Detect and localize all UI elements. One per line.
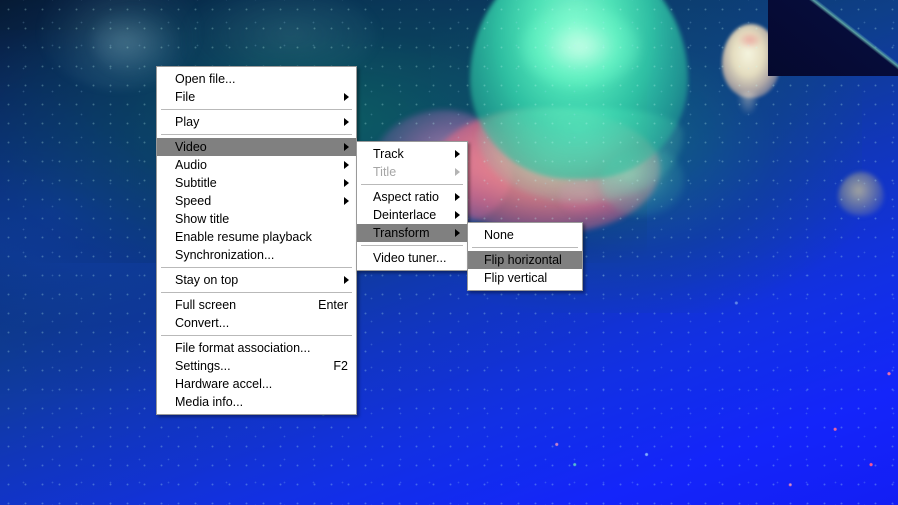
menu-item-label: Video <box>175 140 207 154</box>
menu-item-label: Synchronization... <box>175 248 275 262</box>
chevron-right-icon <box>344 118 349 126</box>
menu-separator <box>361 184 463 185</box>
menu-item-label: Video tuner... <box>373 251 447 265</box>
menu-item-label: Media info... <box>175 395 244 409</box>
menu-item-hardware-accel[interactable]: Hardware accel... <box>157 375 356 393</box>
menu-item-flip-horizontal[interactable]: Flip horizontal <box>468 251 582 269</box>
menu-item-play[interactable]: Play <box>157 113 356 131</box>
menu-item-file[interactable]: File <box>157 88 356 106</box>
menu-item-shortcut: Enter <box>318 298 348 312</box>
menu-item-label: Settings... <box>175 359 231 373</box>
menu-item-label: Subtitle <box>175 176 217 190</box>
menu-item-label: Hardware accel... <box>175 377 273 391</box>
menu-item-title: Title <box>357 163 467 181</box>
main-context-menu[interactable]: Open file... File Play Video Audio Subtitle Sp… <box>156 66 357 415</box>
chevron-right-icon <box>344 161 349 169</box>
menu-item-label: Track <box>373 147 404 161</box>
menu-item-subtitle[interactable]: Subtitle <box>157 174 356 192</box>
menu-item-enable-resume-playback[interactable]: Enable resume playback <box>157 228 356 246</box>
menu-separator <box>161 109 352 110</box>
menu-item-aspect-ratio[interactable]: Aspect ratio <box>357 188 467 206</box>
chevron-right-icon <box>344 93 349 101</box>
menu-item-video-tuner[interactable]: Video tuner... <box>357 249 467 267</box>
chevron-right-icon <box>344 197 349 205</box>
chevron-right-icon <box>455 229 460 237</box>
menu-item-transform[interactable]: Transform <box>357 224 467 242</box>
menu-separator <box>161 335 352 336</box>
menu-item-label: None <box>484 228 514 242</box>
player-window: Open file... File Play Video Audio Subtitle Sp… <box>0 0 898 505</box>
menu-item-label: Deinterlace <box>373 208 437 222</box>
video-submenu[interactable]: Track Title Aspect ratio Deinterlace Transfo… <box>356 141 468 271</box>
menu-separator <box>161 267 352 268</box>
menu-item-stay-on-top[interactable]: Stay on top <box>157 271 356 289</box>
menu-item-convert[interactable]: Convert... <box>157 314 356 332</box>
menu-item-speed[interactable]: Speed <box>157 192 356 210</box>
menu-item-flip-vertical[interactable]: Flip vertical <box>468 269 582 287</box>
tank-corner-edge <box>766 0 898 78</box>
menu-item-label: Title <box>373 165 397 179</box>
chevron-right-icon <box>344 276 349 284</box>
menu-item-label: Stay on top <box>175 273 239 287</box>
menu-item-label: Convert... <box>175 316 230 330</box>
chevron-right-icon <box>455 168 460 176</box>
menu-item-label: Open file... <box>175 72 236 86</box>
transform-submenu[interactable]: None Flip horizontal Flip vertical <box>467 222 583 291</box>
chevron-right-icon <box>344 179 349 187</box>
menu-item-label: Transform <box>373 226 430 240</box>
menu-item-label: Play <box>175 115 200 129</box>
chevron-right-icon <box>344 143 349 151</box>
menu-item-label: Audio <box>175 158 207 172</box>
menu-item-file-format-association[interactable]: File format association... <box>157 339 356 357</box>
menu-item-label: File <box>175 90 196 104</box>
menu-item-none[interactable]: None <box>468 226 582 244</box>
menu-separator <box>361 245 463 246</box>
menu-item-label: Full screen <box>175 298 237 312</box>
menu-item-label: Enable resume playback <box>175 230 312 244</box>
menu-separator <box>161 134 352 135</box>
menu-item-synchronization[interactable]: Synchronization... <box>157 246 356 264</box>
menu-item-label: Flip vertical <box>484 271 548 285</box>
chevron-right-icon <box>455 150 460 158</box>
menu-item-show-title[interactable]: Show title <box>157 210 356 228</box>
chevron-right-icon <box>455 211 460 219</box>
menu-item-shortcut: F2 <box>333 359 348 373</box>
menu-separator <box>161 292 352 293</box>
menu-item-open-file[interactable]: Open file... <box>157 70 356 88</box>
menu-item-label: File format association... <box>175 341 311 355</box>
menu-item-track[interactable]: Track <box>357 145 467 163</box>
menu-item-label: Show title <box>175 212 230 226</box>
menu-item-settings[interactable]: Settings... F2 <box>157 357 356 375</box>
menu-item-full-screen[interactable]: Full screen Enter <box>157 296 356 314</box>
menu-item-deinterlace[interactable]: Deinterlace <box>357 206 467 224</box>
menu-item-label: Aspect ratio <box>373 190 440 204</box>
chevron-right-icon <box>455 193 460 201</box>
menu-item-label: Speed <box>175 194 212 208</box>
menu-item-media-info[interactable]: Media info... <box>157 393 356 411</box>
menu-item-video[interactable]: Video <box>157 138 356 156</box>
menu-item-label: Flip horizontal <box>484 253 562 267</box>
menu-separator <box>472 247 578 248</box>
menu-item-audio[interactable]: Audio <box>157 156 356 174</box>
